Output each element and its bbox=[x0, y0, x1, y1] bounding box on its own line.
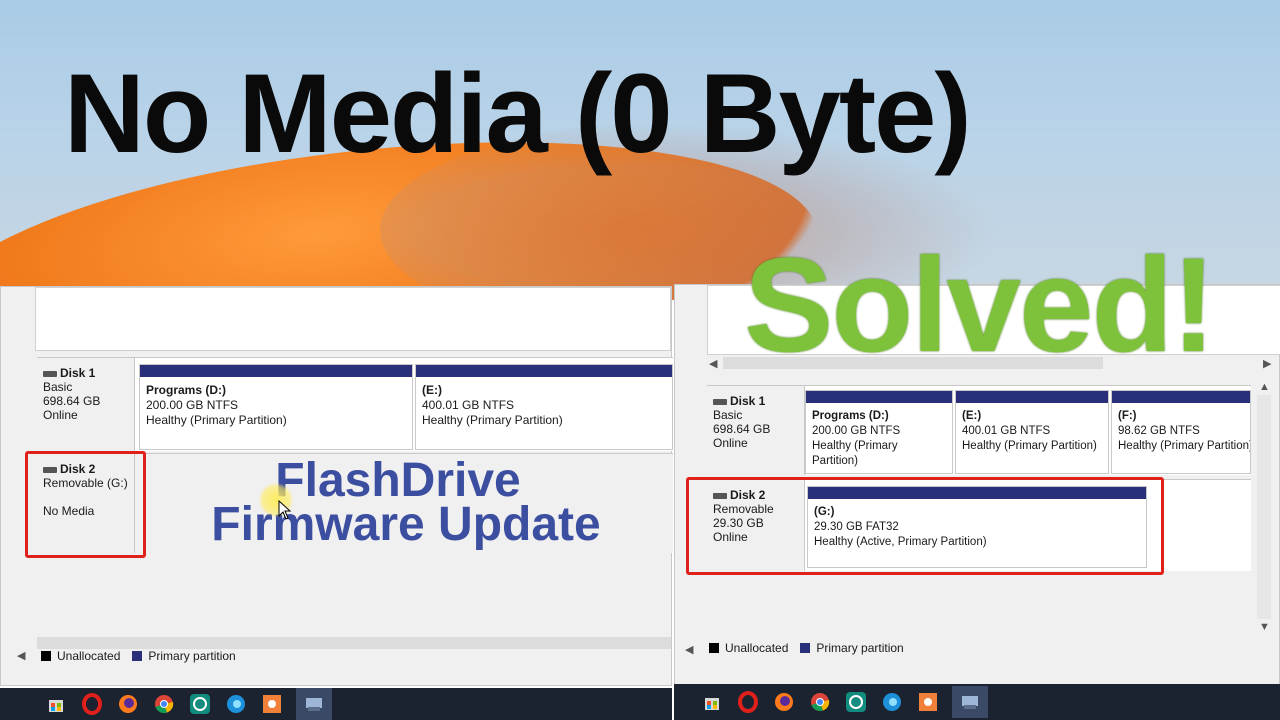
scroll-down-arrow-icon[interactable]: ▼ bbox=[1259, 621, 1270, 633]
highlight-box-disk2-after bbox=[686, 477, 1164, 575]
scroll-left-arrow-icon[interactable]: ◀ bbox=[709, 357, 717, 370]
scroll-right-arrow-icon[interactable]: ▶ bbox=[1263, 357, 1271, 370]
disk1-size: 698.64 GB bbox=[43, 394, 101, 408]
partition-size: 400.01 GB NTFS bbox=[962, 425, 1051, 437]
partition-name: (E:) bbox=[422, 383, 442, 397]
unallocated-swatch bbox=[41, 651, 51, 661]
partition-bar bbox=[806, 391, 952, 403]
whatsapp-icon[interactable] bbox=[844, 690, 868, 714]
chrome-icon[interactable] bbox=[152, 692, 176, 716]
whatsapp-icon[interactable] bbox=[188, 692, 212, 716]
app-icon[interactable] bbox=[916, 690, 940, 714]
scroll-left-arrow-icon[interactable]: ◀ bbox=[17, 649, 25, 662]
partition-name: Programs (D:) bbox=[146, 383, 227, 397]
disk1-row: Disk 1 Basic 698.64 GB Online Programs (… bbox=[707, 385, 1251, 475]
partition-e[interactable]: (E:) 400.01 GB NTFS Healthy (Primary Par… bbox=[415, 364, 673, 450]
vertical-scrollbar[interactable] bbox=[1257, 395, 1271, 619]
partition-size: 98.62 GB NTFS bbox=[1118, 425, 1200, 437]
disk-management-icon[interactable] bbox=[952, 686, 988, 718]
partition-d[interactable]: Programs (D:) 200.00 GB NTFS Healthy (Pr… bbox=[805, 390, 953, 474]
disk1-label[interactable]: Disk 1 Basic 698.64 GB Online bbox=[707, 386, 805, 475]
disk1-label[interactable]: Disk 1 Basic 698.64 GB Online bbox=[37, 358, 135, 451]
taskbar-right bbox=[674, 684, 1280, 720]
partition-bar bbox=[140, 365, 412, 377]
legend-unallocated: Unallocated bbox=[57, 649, 121, 663]
disk1-row: Disk 1 Basic 698.64 GB Online Programs (… bbox=[37, 357, 673, 451]
partition-name: (F:) bbox=[1118, 410, 1137, 422]
disk1-size: 698.64 GB bbox=[713, 422, 771, 436]
partition-health: Healthy (Primary Partition) bbox=[812, 440, 898, 467]
legend-primary: Primary partition bbox=[148, 649, 236, 663]
opera-icon[interactable] bbox=[80, 692, 104, 716]
partition-size: 400.01 GB NTFS bbox=[422, 398, 515, 412]
headline-title: No Media (0 Byte) bbox=[64, 51, 972, 176]
partition-health: Healthy (Primary Partition) bbox=[146, 413, 287, 427]
store-icon[interactable] bbox=[44, 692, 68, 716]
chrome-icon[interactable] bbox=[808, 690, 832, 714]
primary-swatch bbox=[800, 643, 811, 653]
partition-bar bbox=[416, 365, 672, 377]
partition-name: Programs (D:) bbox=[812, 410, 889, 422]
store-icon[interactable] bbox=[700, 690, 724, 714]
legend: Unallocated Primary partition bbox=[41, 649, 236, 663]
legend: Unallocated Primary partition bbox=[709, 641, 904, 655]
taskbar-left bbox=[0, 688, 672, 720]
partition-d[interactable]: Programs (D:) 200.00 GB NTFS Healthy (Pr… bbox=[139, 364, 413, 450]
disk-icon bbox=[43, 370, 57, 377]
edge-icon[interactable] bbox=[880, 690, 904, 714]
volume-list-area[interactable] bbox=[35, 287, 671, 351]
solved-title: Solved! bbox=[744, 231, 1216, 380]
opera-icon[interactable] bbox=[736, 690, 760, 714]
partition-health: Healthy (Primary Partition) bbox=[962, 440, 1097, 452]
disk1-name: Disk 1 bbox=[60, 366, 96, 380]
partition-e[interactable]: (E:) 400.01 GB NTFS Healthy (Primary Par… bbox=[955, 390, 1109, 474]
partition-f[interactable]: (F:) 98.62 GB NTFS Healthy (Primary Part… bbox=[1111, 390, 1251, 474]
disk1-status: Online bbox=[43, 408, 78, 422]
edge-icon[interactable] bbox=[224, 692, 248, 716]
unallocated-swatch bbox=[709, 643, 719, 653]
partition-size: 200.00 GB NTFS bbox=[146, 398, 239, 412]
overlay-title-line2: Firmware Update bbox=[211, 498, 601, 551]
legend-primary: Primary partition bbox=[816, 641, 904, 655]
disk1-status: Online bbox=[713, 436, 748, 450]
disk1-type: Basic bbox=[713, 408, 743, 422]
scroll-up-arrow-icon[interactable]: ▲ bbox=[1259, 381, 1270, 393]
partition-bar bbox=[956, 391, 1108, 403]
disk1-type: Basic bbox=[43, 380, 73, 394]
mouse-cursor-icon bbox=[278, 500, 292, 520]
primary-swatch bbox=[132, 651, 143, 661]
highlight-box-disk2-before bbox=[25, 451, 146, 558]
partition-size: 200.00 GB NTFS bbox=[812, 425, 901, 437]
partition-health: Healthy (Primary Partition) bbox=[422, 413, 563, 427]
app-icon[interactable] bbox=[260, 692, 284, 716]
scroll-left-arrow-icon[interactable]: ◀ bbox=[685, 643, 693, 656]
firefox-icon[interactable] bbox=[116, 692, 140, 716]
firefox-icon[interactable] bbox=[772, 690, 796, 714]
disk1-name: Disk 1 bbox=[730, 394, 766, 408]
disk-management-icon[interactable] bbox=[296, 688, 332, 720]
partition-name: (E:) bbox=[962, 410, 982, 422]
partition-health: Healthy (Primary Partition) bbox=[1118, 440, 1251, 452]
legend-unallocated: Unallocated bbox=[725, 641, 789, 655]
partition-bar bbox=[1112, 391, 1250, 403]
horizontal-scrollbar[interactable] bbox=[37, 637, 671, 649]
disk-icon bbox=[713, 398, 727, 405]
